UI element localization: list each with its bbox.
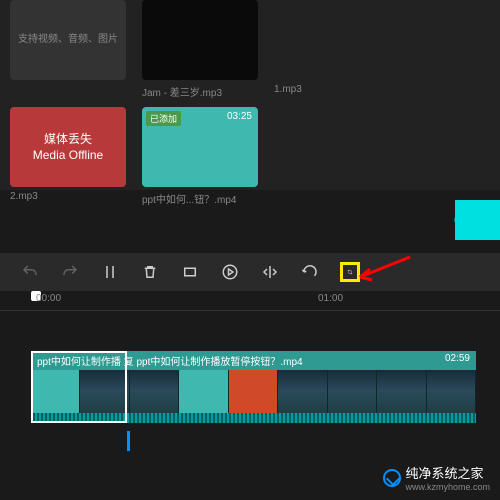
- ruler-tick: 00:00: [36, 293, 61, 304]
- media-item-audio-2[interactable]: 1.mp3: [274, 0, 390, 99]
- added-badge: 已添加: [146, 111, 181, 126]
- duration-label: 03:25: [227, 111, 252, 122]
- clip-duration: 02:59: [445, 353, 470, 368]
- rotate-button[interactable]: [300, 262, 320, 282]
- thumb-black: [142, 0, 258, 80]
- import-hint: 支持视频、音频、图片: [10, 0, 126, 80]
- clip-title: ppt中如何让制作播 复 ppt中如何让制作播放暂停按钮？.mp4: [37, 353, 303, 368]
- media-item-import[interactable]: 支持视频、音频、图片: [10, 0, 126, 99]
- media-label: 2.mp3: [10, 191, 126, 202]
- media-item-audio-1[interactable]: Jam - 差三岁.mp3: [142, 0, 258, 99]
- mirror-button[interactable]: [260, 262, 280, 282]
- timeline-marker[interactable]: [127, 431, 130, 451]
- timeline-ruler[interactable]: 00:00 01:00: [0, 291, 500, 311]
- waveform: [31, 413, 476, 423]
- media-label: Jam - 差三岁.mp3: [142, 84, 258, 99]
- video-clip[interactable]: ppt中如何让制作播 复 ppt中如何让制作播放暂停按钮？.mp4 02:59: [31, 351, 476, 423]
- delete-button[interactable]: [140, 262, 160, 282]
- ratio-button[interactable]: [180, 262, 200, 282]
- speed-button[interactable]: [220, 262, 240, 282]
- undo-button[interactable]: [20, 262, 40, 282]
- offline-en: Media Offline: [33, 147, 103, 163]
- media-label: ppt中如何...钮？.mp4: [142, 191, 258, 206]
- media-label: 1.mp3: [274, 84, 390, 95]
- preview-timecode: 00:00:0: [454, 213, 494, 227]
- watermark: 纯净系统之家 www.kzmyhome.com: [383, 463, 490, 492]
- watermark-icon: [383, 469, 401, 487]
- media-offline-thumb: 媒体丢失 Media Offline: [10, 107, 126, 187]
- split-button[interactable]: [100, 262, 120, 282]
- video-thumb: 已添加 03:25: [142, 107, 258, 187]
- media-row-2: 媒体丢失 Media Offline 2.mp3 已添加 03:25 ppt中如…: [10, 107, 490, 206]
- clip-thumbs: [31, 370, 476, 422]
- timeline-toolbar: [0, 253, 500, 291]
- watermark-name: 纯净系统之家: [405, 463, 490, 482]
- media-row-1: 支持视频、音频、图片 Jam - 差三岁.mp3 1.mp3: [10, 0, 490, 99]
- watermark-url: www.kzmyhome.com: [405, 482, 490, 492]
- ruler-tick: 01:00: [318, 293, 343, 304]
- crop-button[interactable]: [340, 262, 360, 282]
- redo-button[interactable]: [60, 262, 80, 282]
- offline-cn: 媒体丢失: [44, 131, 92, 147]
- media-item-offline[interactable]: 媒体丢失 Media Offline 2.mp3: [10, 107, 126, 206]
- media-panel: 支持视频、音频、图片 Jam - 差三岁.mp3 1.mp3 媒体丢失 Medi…: [0, 0, 500, 190]
- clip-header: ppt中如何让制作播 复 ppt中如何让制作播放暂停按钮？.mp4 02:59: [31, 351, 476, 370]
- media-item-video[interactable]: 已添加 03:25 ppt中如何...钮？.mp4: [142, 107, 258, 206]
